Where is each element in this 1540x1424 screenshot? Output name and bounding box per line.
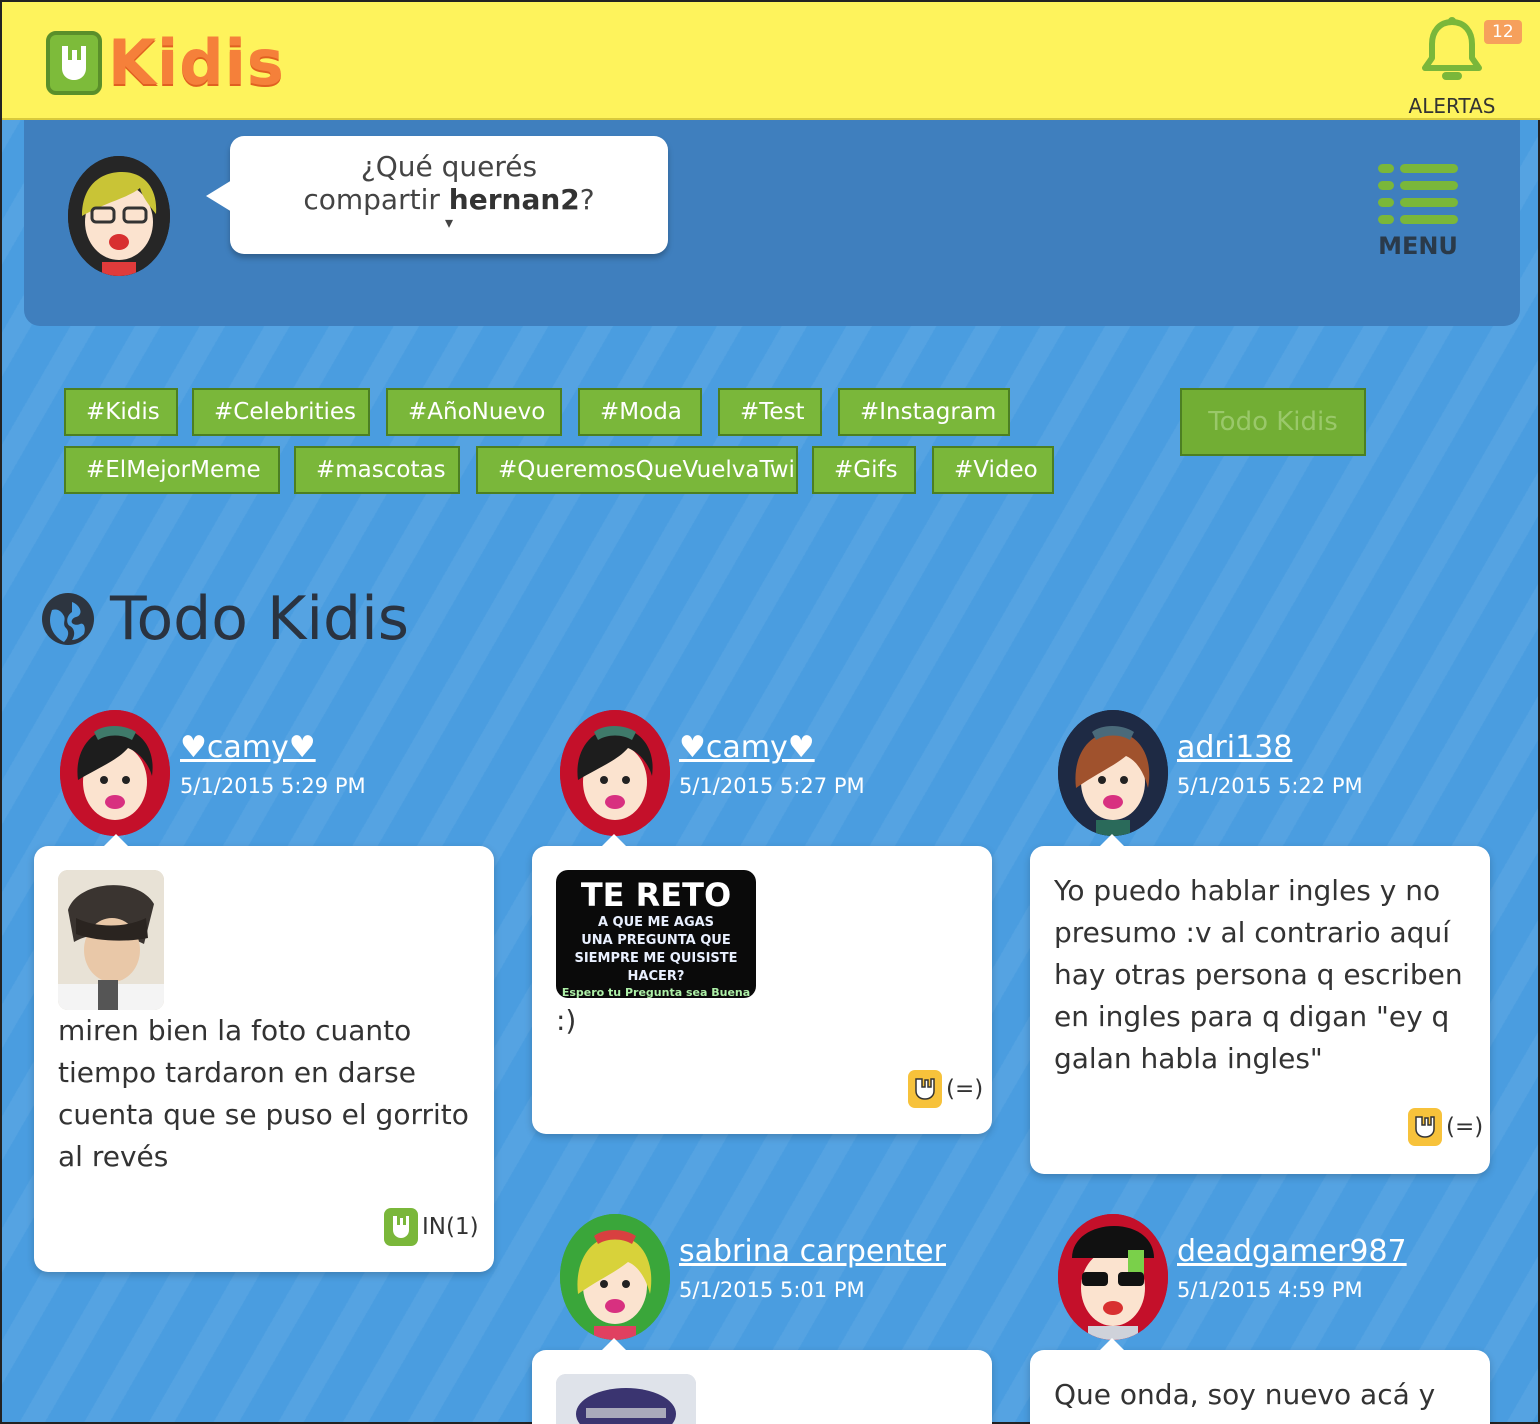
post-avatar[interactable] xyxy=(560,710,670,836)
todo-kidis-filter-button[interactable]: Todo Kidis xyxy=(1180,388,1366,456)
compose-prompt-bubble[interactable]: ¿Qué querés compartir hernan2? ▾ xyxy=(206,136,668,254)
reaction-count: (=) xyxy=(946,1076,984,1102)
top-bar: Kidis 12 ALERTAS xyxy=(2,2,1540,120)
alerts-count-badge: 12 xyxy=(1484,20,1522,44)
post-date: 5/1/2015 5:22 PM xyxy=(1177,774,1363,798)
post-date: 5/1/2015 5:29 PM xyxy=(180,774,366,798)
bell-icon xyxy=(1422,17,1482,80)
post-image-thumbnail[interactable] xyxy=(556,1374,696,1424)
hamburger-menu-icon xyxy=(1378,164,1458,224)
reaction-count: IN(1) xyxy=(422,1214,479,1240)
post-text: miren bien la foto cuanto tiempo tardaro… xyxy=(58,1014,469,1173)
post-username-link[interactable]: sabrina carpenter xyxy=(679,1234,946,1269)
compose-panel: ¿Qué querés compartir hernan2? ▾ MENU xyxy=(24,120,1520,326)
hashtag-button[interactable]: #AñoNuevo xyxy=(386,388,562,436)
kidis-logo[interactable]: Kidis xyxy=(46,26,285,99)
post-text: Yo puedo hablar ingles y no presumo :v a… xyxy=(1054,874,1463,1075)
post-username-link[interactable]: ♥camy♥ xyxy=(679,730,815,765)
image-line: A QUE ME AGAS xyxy=(597,915,715,930)
meh-face-icon xyxy=(1408,1108,1442,1146)
post-image-thumbnail[interactable] xyxy=(58,870,164,1010)
user-avatar[interactable] xyxy=(68,156,170,276)
post-card[interactable] xyxy=(532,1338,992,1424)
image-line: HACER? xyxy=(627,969,685,984)
post-card[interactable]: miren bien la foto cuanto tiempo tardaro… xyxy=(34,834,494,1272)
post-date: 5/1/2015 4:59 PM xyxy=(1177,1278,1363,1302)
reaction-button[interactable]: (=) xyxy=(908,1070,983,1108)
post-avatar[interactable] xyxy=(60,710,170,836)
post-avatar[interactable] xyxy=(560,1214,670,1340)
hashtag-button[interactable]: #Celebrities xyxy=(192,388,370,436)
reaction-button[interactable]: (=) xyxy=(1408,1108,1483,1146)
hashtag-button[interactable]: #Video xyxy=(932,446,1054,494)
compose-prompt-line2: compartir hernan2? xyxy=(303,183,595,216)
post-image-thumbnail[interactable]: TE RETO A QUE ME AGAS UNA PREGUNTA QUE S… xyxy=(556,870,756,998)
meh-face-icon xyxy=(908,1070,942,1108)
compose-prompt-line1: ¿Qué querés xyxy=(360,150,538,183)
post-username-link[interactable]: ♥camy♥ xyxy=(180,730,316,765)
hashtag-button[interactable]: #QueremosQueVuelvaTwig xyxy=(476,446,798,494)
reaction-button[interactable]: IN(1) xyxy=(384,1208,479,1246)
image-line: UNA PREGUNTA QUE xyxy=(581,933,731,948)
image-title: TE RETO xyxy=(580,876,732,914)
alerts-button[interactable]: 12 ALERTAS xyxy=(1402,16,1522,118)
hashtag-button[interactable]: #Gifs xyxy=(812,446,916,494)
post-avatar[interactable] xyxy=(1058,710,1168,836)
post-avatar[interactable] xyxy=(1058,1214,1168,1340)
post-card[interactable]: Yo puedo hablar ingles y no presumo :v a… xyxy=(1030,834,1490,1174)
post-card[interactable]: Que onda, soy nuevo acá y xyxy=(1030,1338,1490,1424)
section-title-text: Todo Kidis xyxy=(110,584,410,654)
hashtag-button[interactable]: #ElMejorMeme xyxy=(64,446,280,494)
hand-rock-logo-icon xyxy=(46,30,102,95)
menu-label: MENU xyxy=(1378,232,1458,260)
hashtag-button[interactable]: #Test xyxy=(718,388,822,436)
post-username-link[interactable]: deadgamer987 xyxy=(1177,1234,1407,1269)
image-line: Espero tu Pregunta sea Buena xyxy=(561,986,751,998)
hashtag-button[interactable]: #mascotas xyxy=(294,446,460,494)
logo-text: Kidis xyxy=(108,26,285,99)
post-date: 5/1/2015 5:27 PM xyxy=(679,774,865,798)
image-line: SIEMPRE ME QUISISTE xyxy=(574,951,738,966)
hashtag-button[interactable]: #Instagram xyxy=(838,388,1010,436)
menu-button[interactable]: MENU xyxy=(1378,164,1458,260)
chevron-down-icon: ▾ xyxy=(444,213,454,232)
post-card[interactable]: TE RETO A QUE ME AGAS UNA PREGUNTA QUE S… xyxy=(532,834,992,1134)
alerts-label: ALERTAS xyxy=(1408,94,1496,118)
compose-username: hernan2 xyxy=(448,183,580,216)
post-date: 5/1/2015 5:01 PM xyxy=(679,1278,865,1302)
post-username-link[interactable]: adri138 xyxy=(1177,730,1292,765)
reaction-count: (=) xyxy=(1446,1114,1484,1140)
globe-icon xyxy=(42,593,94,645)
section-title: Todo Kidis xyxy=(42,584,409,654)
post-text: :) xyxy=(556,1004,577,1037)
post-text: Que onda, soy nuevo acá y xyxy=(1054,1378,1436,1411)
hashtag-button[interactable]: #Moda xyxy=(578,388,702,436)
hand-rock-icon xyxy=(384,1208,418,1246)
hashtag-button[interactable]: #Kidis xyxy=(64,388,178,436)
